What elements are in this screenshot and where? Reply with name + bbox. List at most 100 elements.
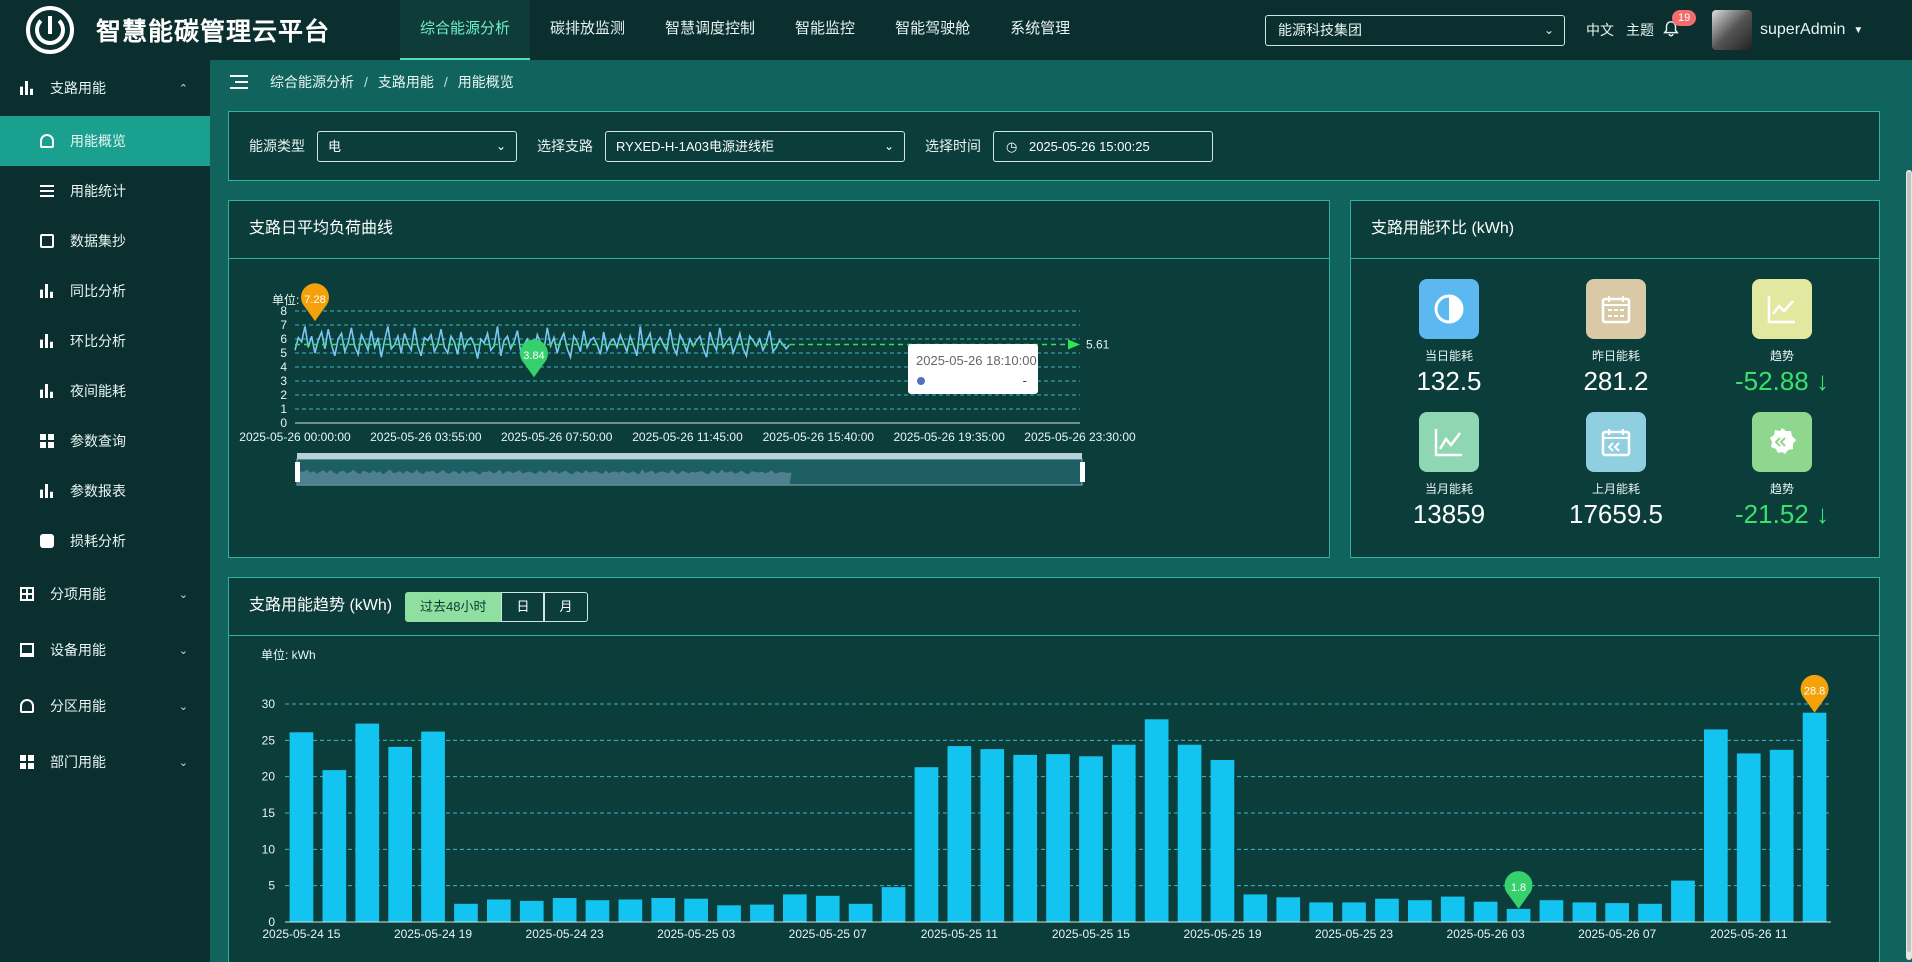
trend-bar[interactable] [815, 895, 840, 922]
sidebar-item-mom[interactable]: 环比分析 [0, 316, 210, 366]
trend-bar[interactable] [881, 887, 906, 922]
branch-select[interactable]: RYXED-H-1A03电源进线柜 ⌄ [605, 130, 905, 162]
trend-bar[interactable] [1704, 729, 1728, 922]
topnav-item-energy-analysis[interactable]: 综合能源分析 [400, 0, 531, 60]
tab-day[interactable]: 日 [501, 592, 545, 622]
sidebar-group-label: 分区用能 [50, 698, 106, 714]
load-tooltip-dot [917, 377, 925, 385]
topnav-item-system[interactable]: 系统管理 [990, 0, 1090, 60]
sidebar-item-label: 参数查询 [70, 433, 126, 449]
scrollbar-thumb[interactable] [1907, 172, 1911, 952]
time-picker[interactable]: ◷ 2025-05-26 15:00:25 [993, 130, 1213, 162]
tab-month[interactable]: 月 [544, 592, 588, 622]
trend-bar[interactable] [454, 903, 478, 922]
trend-bar[interactable] [1013, 754, 1037, 922]
trend-bar[interactable] [355, 723, 380, 922]
topnav-item-carbon[interactable]: 碳排放监测 [530, 0, 645, 60]
chevron-down-icon: ⌄ [883, 138, 894, 153]
org-select[interactable]: 能源科技集团 ⌄ [1265, 15, 1565, 46]
trend-bar[interactable] [1210, 760, 1235, 922]
trend-bar[interactable] [487, 899, 511, 923]
trend-bar[interactable] [1736, 753, 1761, 922]
trend-bar[interactable] [1408, 900, 1432, 922]
trend-bar[interactable] [1276, 897, 1301, 922]
username[interactable]: superAdmin [1760, 21, 1845, 39]
trend-bar[interactable] [1605, 903, 1629, 922]
trend-bar[interactable] [1375, 898, 1399, 922]
energy-type-select[interactable]: 电 ⌄ [317, 130, 517, 162]
trend-bar[interactable] [1144, 719, 1169, 922]
topnav-item-monitor[interactable]: 智能监控 [775, 0, 875, 60]
trend-bar[interactable] [585, 900, 610, 922]
trend-bar[interactable] [1539, 900, 1564, 922]
trend-bar[interactable] [1309, 902, 1333, 922]
trend-panel: 支路用能趋势 (kWh) 过去48小时 日 月 单位: kWh 0 5 10 15 20 2… [228, 577, 1880, 962]
trend-bar[interactable] [848, 903, 873, 922]
trend-bar[interactable] [1802, 712, 1827, 922]
caret-down-icon[interactable]: ▼ [1853, 25, 1863, 36]
kpi-label: 昨日能耗 [1591, 349, 1640, 363]
trend-bar[interactable] [750, 904, 774, 922]
topnav-item-dispatch[interactable]: 智慧调度控制 [645, 0, 775, 60]
trend-bar[interactable] [651, 898, 676, 922]
sidebar-item-overview[interactable]: 用能概览 [0, 116, 210, 166]
trend-bar[interactable] [947, 746, 972, 922]
avatar[interactable] [1712, 10, 1752, 50]
sidebar-group-device[interactable]: 设备用能 ⌄ [0, 622, 210, 678]
notification-bell[interactable]: 19 [1662, 10, 1697, 40]
trend-bar[interactable] [1473, 901, 1498, 922]
trend-bar[interactable] [1506, 908, 1531, 922]
trend-bar[interactable] [1177, 744, 1202, 922]
sidebar-group-dept[interactable]: 部门用能 ⌄ [0, 734, 210, 790]
language-switch[interactable]: 中文 [1586, 20, 1614, 40]
zoom-handle-right[interactable] [1080, 462, 1085, 482]
trend-bar[interactable] [1638, 903, 1662, 922]
sidebar-group-branch[interactable]: 支路用能 ⌃ [0, 60, 210, 116]
tab-48h[interactable]: 过去48小时 [405, 592, 502, 622]
trend-bar[interactable] [1342, 902, 1366, 922]
trend-bar[interactable] [1572, 902, 1597, 922]
sidebar-group-zone[interactable]: 分区用能 ⌄ [0, 678, 210, 734]
trend-bar[interactable] [1111, 744, 1136, 922]
breadcrumb-item[interactable]: 综合能源分析 [270, 72, 354, 92]
trend-bar[interactable] [1769, 749, 1794, 922]
trend-bar[interactable] [1243, 894, 1268, 922]
trend-bar[interactable] [289, 732, 314, 922]
trend-bar[interactable] [783, 894, 807, 922]
trend-bar-chart[interactable]: 单位: kWh0510152025302025-05-24 15 2025-05-… [229, 636, 1879, 962]
breadcrumb-item[interactable]: 支路用能 [378, 72, 434, 92]
sidebar-item-night[interactable]: 夜间能耗 [0, 366, 210, 416]
trend-bar[interactable] [322, 770, 347, 922]
sidebar-item-loss[interactable]: 损耗分析 [0, 516, 210, 566]
zoom-handle-left[interactable] [295, 462, 300, 482]
trend-bar[interactable] [717, 905, 741, 922]
sidebar-item-statistics[interactable]: 用能统计 [0, 166, 210, 216]
topnav-item-cockpit[interactable]: 智能驾驶舱 [875, 0, 990, 60]
trend-bar[interactable] [552, 898, 577, 922]
trend-bar[interactable] [618, 899, 643, 923]
trend-bar[interactable] [914, 767, 939, 922]
logo[interactable]: 智慧能碳管理云平台 [0, 6, 400, 54]
trend-bar[interactable] [519, 900, 544, 922]
trend-bar[interactable] [1671, 880, 1695, 922]
trend-max-marker: 28.8 [1800, 674, 1829, 713]
trend-bar[interactable] [1046, 754, 1070, 922]
sidebar-item-param-query[interactable]: 参数查询 [0, 416, 210, 466]
load-x-tick: 2025-05-26 03:55:00 [370, 430, 482, 444]
trend-bar[interactable] [1079, 756, 1103, 922]
sidebar-item-param-report[interactable]: 参数报表 [0, 466, 210, 516]
theme-switch[interactable]: 主题 [1626, 20, 1654, 40]
sidebar-item-label: 数据集抄 [70, 233, 126, 249]
load-curve-chart[interactable]: 单位:0123456782025-05-26 00:00:00 2025-05-2… [229, 259, 1329, 557]
zoom-top-bar[interactable] [297, 453, 1082, 459]
trend-bar[interactable] [388, 746, 412, 922]
sidebar-item-data-collect[interactable]: 数据集抄 [0, 216, 210, 266]
trend-bar[interactable] [421, 731, 445, 922]
trend-bar[interactable] [980, 749, 1005, 922]
trend-bar[interactable] [684, 898, 708, 922]
sidebar-item-yoy[interactable]: 同比分析 [0, 266, 210, 316]
trend-bar[interactable] [1440, 896, 1465, 922]
load-zoom-slider[interactable] [295, 453, 1085, 486]
menu-fold-icon[interactable] [230, 75, 248, 89]
sidebar-group-item[interactable]: 分项用能 ⌄ [0, 566, 210, 622]
